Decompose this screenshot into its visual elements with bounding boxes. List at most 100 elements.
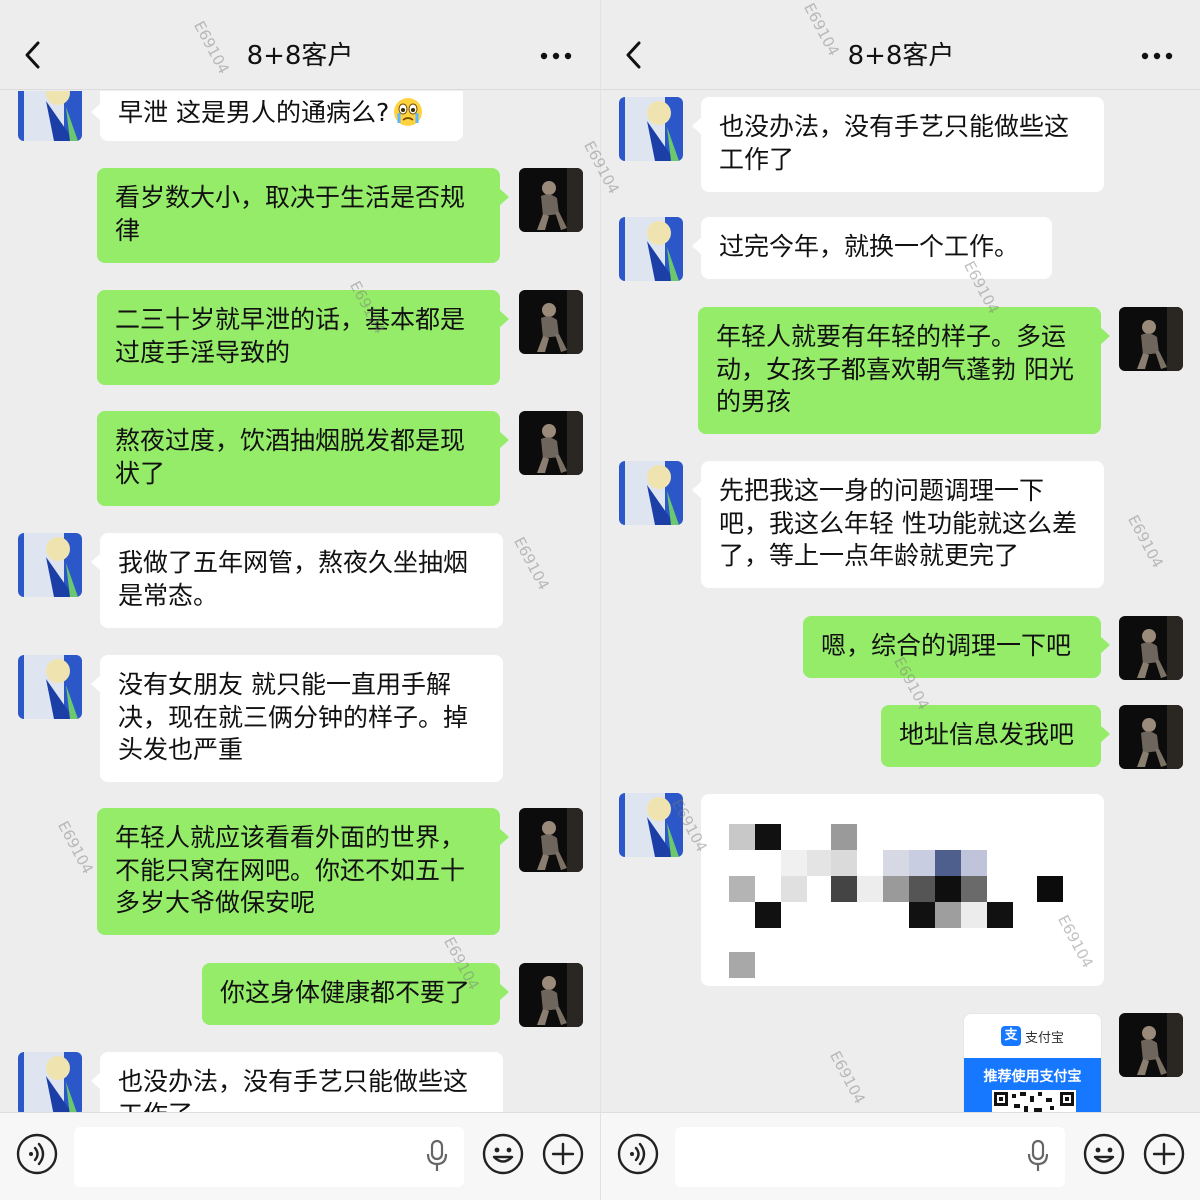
message-text: 年轻人就要有年轻的样子。多运动，女孩子都喜欢朝气蓬勃 阳光的男孩 bbox=[716, 322, 1074, 416]
mosaic-tile bbox=[831, 824, 857, 850]
contact-avatar[interactable] bbox=[18, 91, 82, 141]
outgoing-message[interactable]: 二三十岁就早泄的话，基本都是过度手淫导致的 bbox=[97, 290, 509, 385]
self-avatar[interactable] bbox=[1119, 307, 1183, 371]
chat-window-left: 8+8客户 早泄 这是男人的通病么? 看岁数大小，取决于生活是否规律 二三十岁就… bbox=[0, 0, 600, 1200]
message-text: 年轻人就应该看看外面的世界，不能只窝在网吧。你还不如五十多岁大爷做保安呢 bbox=[115, 823, 466, 917]
self-avatar[interactable] bbox=[519, 411, 583, 475]
mosaic-tile bbox=[729, 876, 755, 902]
outgoing-message[interactable]: 嗯，综合的调理一下吧 bbox=[803, 616, 1110, 678]
self-avatar[interactable] bbox=[519, 808, 583, 872]
mosaic-tile bbox=[909, 902, 935, 928]
incoming-message[interactable]: 先把我这一身的问题调理一下吧，我这么年轻 性功能就这么差了，等上一点年龄就更完了 bbox=[692, 461, 1104, 588]
voice-mode-icon[interactable] bbox=[16, 1133, 58, 1175]
outgoing-message[interactable]: 看岁数大小，取决于生活是否规律 bbox=[97, 168, 509, 263]
mosaic-tile bbox=[781, 876, 807, 902]
contact-avatar[interactable] bbox=[619, 97, 683, 161]
self-avatar[interactable] bbox=[519, 290, 583, 354]
emoji-icon[interactable] bbox=[482, 1133, 524, 1175]
mosaic-tile bbox=[831, 850, 857, 876]
outgoing-message[interactable]: 熬夜过度，饮酒抽烟脱发都是现状了 bbox=[97, 411, 509, 506]
mosaic-tile bbox=[909, 850, 935, 876]
voice-mode-icon[interactable] bbox=[617, 1133, 659, 1175]
crying-face-emoji bbox=[394, 98, 423, 126]
plus-icon[interactable] bbox=[542, 1133, 584, 1175]
contact-avatar[interactable] bbox=[619, 461, 683, 525]
incoming-message[interactable]: 没有女朋友 就只能一直用手解决，现在就三俩分钟的样子。掉头发也严重 bbox=[91, 655, 503, 782]
outgoing-message[interactable]: 你这身体健康都不要了 bbox=[202, 963, 509, 1025]
message-input[interactable] bbox=[675, 1127, 1065, 1187]
self-avatar[interactable] bbox=[519, 963, 583, 1027]
chat-window-right: 8+8客户 也没办法，没有手艺只能做些这工作了 过完今年，就换一个工作。 年轻人… bbox=[600, 0, 1200, 1200]
mosaic-tile bbox=[755, 902, 781, 928]
input-bar bbox=[601, 1112, 1200, 1200]
incoming-message[interactable]: 我做了五年网管，熬夜久坐抽烟是常态。 bbox=[91, 533, 503, 628]
chat-title: 8+8客户 bbox=[246, 41, 354, 71]
mosaic-tile bbox=[935, 902, 961, 928]
more-dots-icon[interactable] bbox=[1139, 42, 1175, 70]
microphone-icon[interactable] bbox=[425, 1139, 449, 1173]
alipay-tagline: 推荐使用支付宝 bbox=[983, 1069, 1082, 1085]
mosaic-tile bbox=[961, 876, 987, 902]
contact-avatar[interactable] bbox=[18, 533, 82, 597]
incoming-message[interactable]: 也没办法，没有手艺只能做些这工作了 bbox=[91, 1052, 503, 1112]
outgoing-message[interactable]: 年轻人就要有年轻的样子。多运动，女孩子都喜欢朝气蓬勃 阳光的男孩 bbox=[698, 307, 1110, 434]
censored-address-message[interactable] bbox=[701, 794, 1104, 986]
mosaic-tile bbox=[729, 952, 755, 978]
mosaic-tile bbox=[909, 876, 935, 902]
contact-avatar[interactable] bbox=[619, 217, 683, 281]
self-avatar[interactable] bbox=[1119, 1013, 1183, 1077]
outgoing-message[interactable]: 年轻人就应该看看外面的世界，不能只窝在网吧。你还不如五十多岁大爷做保安呢 bbox=[97, 808, 509, 935]
message-text: 地址信息发我吧 bbox=[899, 720, 1075, 749]
emoji-icon[interactable] bbox=[1083, 1133, 1125, 1175]
mosaic-tile bbox=[961, 850, 987, 876]
contact-avatar[interactable] bbox=[18, 1052, 82, 1112]
message-text: 你这身体健康都不要了 bbox=[220, 978, 471, 1007]
message-text: 我做了五年网管，熬夜久坐抽烟是常态。 bbox=[118, 548, 469, 610]
plus-icon[interactable] bbox=[1143, 1133, 1185, 1175]
mosaic-tile bbox=[781, 850, 807, 876]
incoming-message[interactable]: 早泄 这是男人的通病么? bbox=[91, 91, 463, 141]
mosaic-tile bbox=[807, 850, 833, 876]
message-text: 早泄 这是男人的通病么? bbox=[118, 98, 390, 127]
mosaic-tile bbox=[883, 876, 909, 902]
outgoing-message[interactable]: 地址信息发我吧 bbox=[881, 705, 1110, 767]
mosaic-tile bbox=[935, 876, 961, 902]
message-text: 二三十岁就早泄的话，基本都是过度手淫导致的 bbox=[115, 305, 466, 367]
chat-header: 8+8客户 bbox=[601, 0, 1200, 90]
qr-code-icon bbox=[992, 1090, 1076, 1112]
mosaic-tile bbox=[935, 850, 961, 876]
message-text: 看岁数大小，取决于生活是否规律 bbox=[115, 183, 466, 245]
message-text: 嗯，综合的调理一下吧 bbox=[821, 631, 1072, 660]
message-input[interactable] bbox=[74, 1127, 464, 1187]
mosaic-tile bbox=[987, 902, 1013, 928]
self-avatar[interactable] bbox=[519, 168, 583, 232]
mosaic-tile bbox=[729, 824, 755, 850]
chat-header: 8+8客户 bbox=[0, 0, 600, 90]
message-list: 也没办法，没有手艺只能做些这工作了 过完今年，就换一个工作。 年轻人就要有年轻的… bbox=[601, 91, 1200, 1112]
mosaic-tile bbox=[1037, 876, 1063, 902]
input-bar bbox=[0, 1112, 600, 1200]
incoming-message[interactable]: 也没办法，没有手艺只能做些这工作了 bbox=[692, 97, 1104, 192]
contact-avatar[interactable] bbox=[619, 793, 683, 857]
message-text: 也没办法，没有手艺只能做些这工作了 bbox=[719, 112, 1070, 174]
mosaic-tile bbox=[755, 824, 781, 850]
microphone-icon[interactable] bbox=[1026, 1139, 1050, 1173]
self-avatar[interactable] bbox=[1119, 705, 1183, 769]
message-text: 也没办法，没有手艺只能做些这工作了 bbox=[118, 1067, 469, 1112]
message-text: 熬夜过度，饮酒抽烟脱发都是现状了 bbox=[115, 426, 466, 488]
alipay-brand: 支付宝 bbox=[1024, 1030, 1064, 1046]
message-list: 早泄 这是男人的通病么? 看岁数大小，取决于生活是否规律 二三十岁就早泄的话，基… bbox=[0, 91, 600, 1112]
contact-avatar[interactable] bbox=[18, 655, 82, 719]
message-text: 过完今年，就换一个工作。 bbox=[719, 232, 1020, 261]
alipay-card[interactable]: 支 支付宝 推荐使用支付宝 bbox=[963, 1013, 1102, 1112]
incoming-message[interactable]: 过完今年，就换一个工作。 bbox=[692, 217, 1052, 279]
mosaic-tile bbox=[831, 876, 857, 902]
alipay-logo-icon: 支 bbox=[1000, 1026, 1021, 1046]
alipay-band: 推荐使用支付宝 bbox=[964, 1058, 1101, 1112]
self-avatar[interactable] bbox=[1119, 616, 1183, 680]
chat-title: 8+8客户 bbox=[847, 41, 955, 71]
more-dots-icon[interactable] bbox=[538, 42, 574, 70]
mosaic-tile bbox=[961, 902, 987, 928]
mosaic-tile bbox=[857, 876, 883, 902]
message-text: 先把我这一身的问题调理一下吧，我这么年轻 性功能就这么差了，等上一点年龄就更完了 bbox=[719, 476, 1077, 570]
